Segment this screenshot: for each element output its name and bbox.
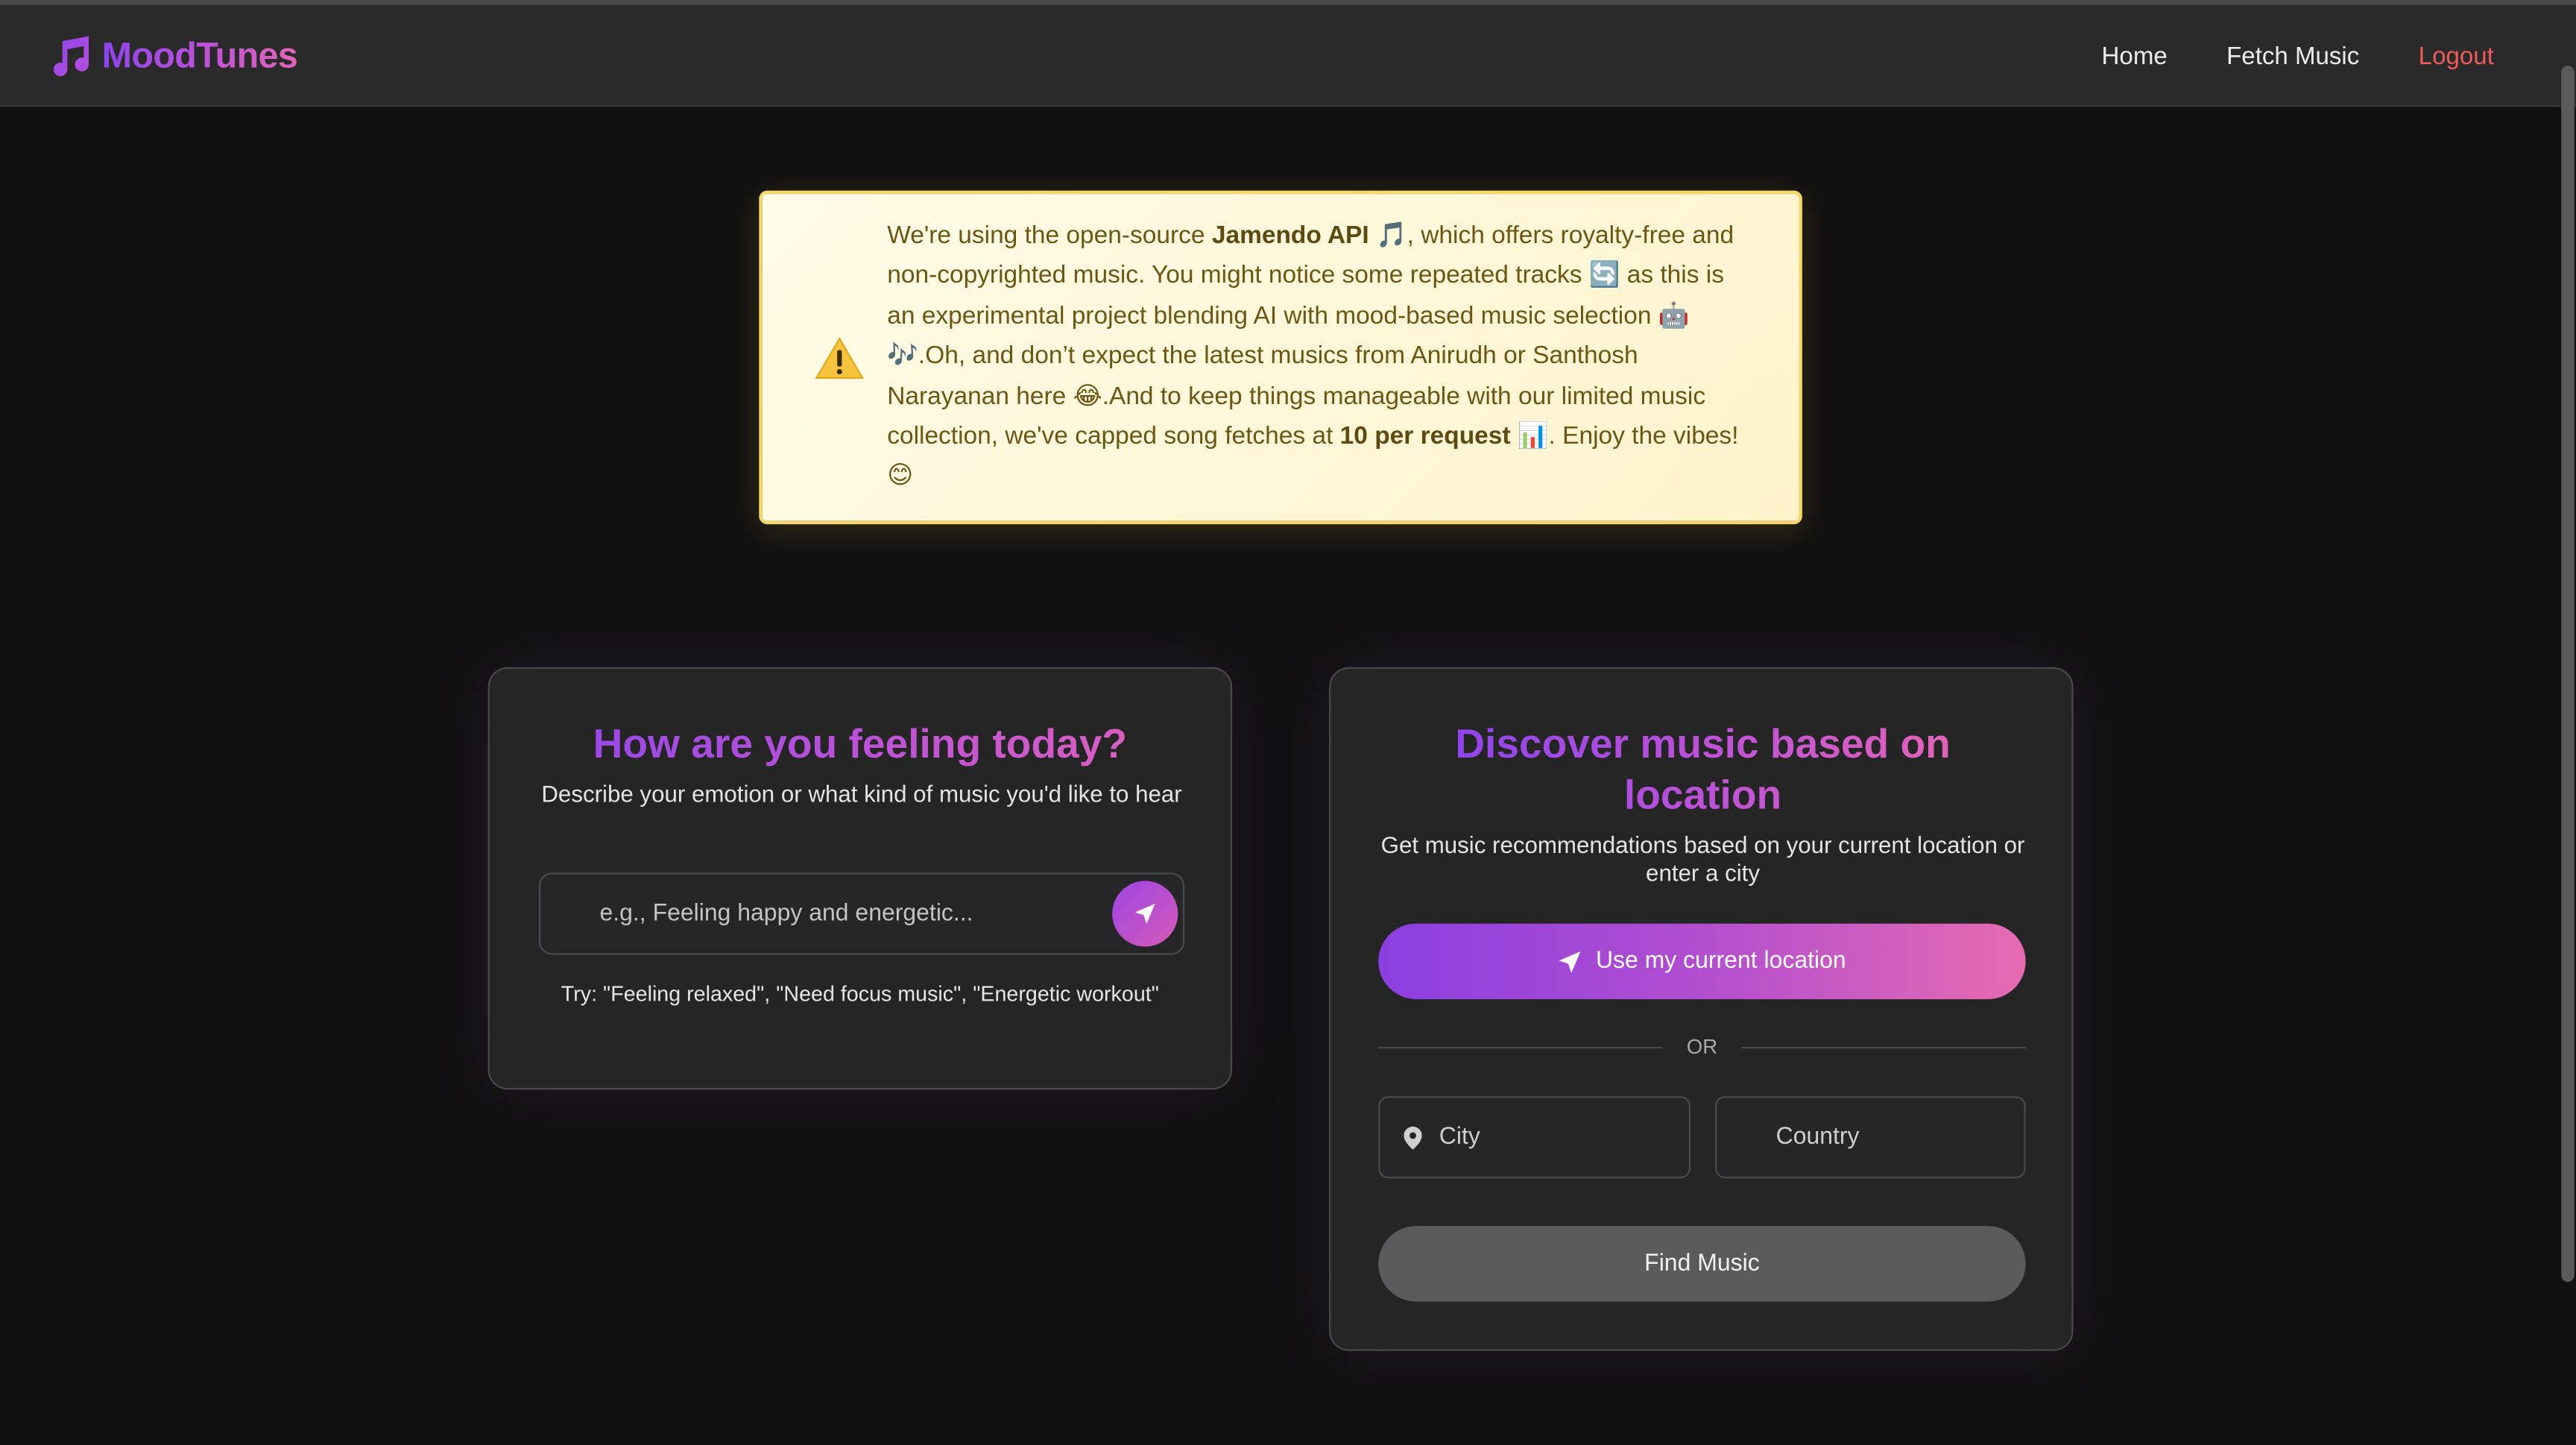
nav-fetch-music-link[interactable]: Fetch Music xyxy=(2226,42,2359,70)
country-field-wrapper xyxy=(1715,1096,2026,1179)
send-button[interactable] xyxy=(1112,881,1178,947)
mood-card: How are you feeling today? Describe your… xyxy=(487,667,1233,1090)
nav-home-link[interactable]: Home xyxy=(2102,42,2168,70)
mood-input-wrapper xyxy=(538,872,1185,955)
api-notice-banner: We're using the open-source Jamendo API … xyxy=(759,190,1802,525)
nav-logout-link[interactable]: Logout xyxy=(2419,42,2494,70)
mood-card-title: How are you feeling today? xyxy=(490,720,1231,770)
page-scrollbar[interactable] xyxy=(2561,66,2575,1282)
app-frame: MoodTunes Home Fetch Music Logout We're … xyxy=(0,0,2576,1445)
notice-text-part: 🎵, which offers royalty-free and non-cop… xyxy=(887,221,1734,450)
location-card-subtitle: Get music recommendations based on your … xyxy=(1380,833,2025,888)
nav-links: Home Fetch Music Logout xyxy=(2102,42,2494,70)
brand-logo[interactable]: MoodTunes xyxy=(46,33,298,79)
notice-text-part: We're using the open-source xyxy=(887,221,1212,251)
navbar: MoodTunes Home Fetch Music Logout xyxy=(0,4,2576,107)
mood-input[interactable] xyxy=(540,874,1099,954)
send-icon xyxy=(1134,903,1155,924)
navigation-arrow-icon xyxy=(1559,950,1582,972)
use-current-location-button[interactable]: Use my current location xyxy=(1378,923,2026,1000)
mood-examples-hint: Try: "Feeling relaxed", "Need focus musi… xyxy=(561,980,1159,1006)
city-field-wrapper xyxy=(1378,1096,1691,1179)
notice-bold-limit: 10 per request xyxy=(1339,422,1511,450)
location-card-title: Discover music based on location xyxy=(1446,720,1960,822)
brand-name: MoodTunes xyxy=(102,34,298,77)
divider-line-right xyxy=(1741,1047,2026,1049)
use-current-location-label: Use my current location xyxy=(1595,948,1846,975)
notice-bold-api: Jamendo API xyxy=(1211,221,1369,251)
country-input[interactable] xyxy=(1717,1098,2024,1177)
warning-icon xyxy=(815,336,865,380)
notice-text: We're using the open-source Jamendo API … xyxy=(887,217,1758,498)
window-top-line xyxy=(0,0,2576,5)
or-divider: OR xyxy=(1378,1033,2026,1063)
location-card: Discover music based on location Get mus… xyxy=(1329,667,2074,1351)
mood-card-subtitle: Describe your emotion or what kind of mu… xyxy=(541,782,1182,809)
city-input[interactable] xyxy=(1380,1098,1689,1177)
find-music-button[interactable]: Find Music xyxy=(1378,1226,2026,1302)
music-note-icon xyxy=(53,36,89,77)
